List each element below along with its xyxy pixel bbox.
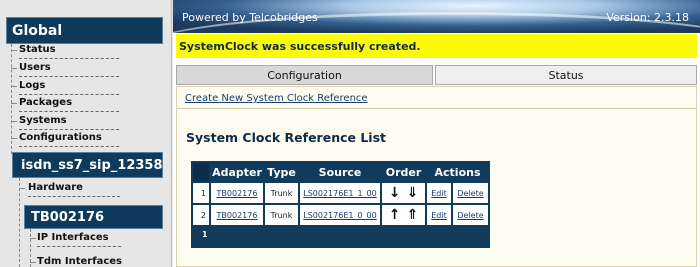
order-cell: ↑ ⇑ — [382, 205, 425, 225]
tree-line — [19, 178, 20, 267]
sidebar-item-configurations[interactable]: Configurations — [19, 132, 119, 147]
content-panel: Create New System Clock Reference System… — [176, 86, 697, 267]
type-cell: Trunk — [265, 183, 298, 203]
edit-link[interactable]: Edit — [427, 183, 451, 203]
header-banner: Powered by Telcobridges Version: 2.3.18 — [173, 0, 700, 33]
tree-tick — [11, 138, 17, 139]
table-header-order: Order — [385, 165, 422, 179]
sidebar-item-packages[interactable]: Packages — [19, 97, 119, 112]
order-cell: ↓ ⇓ — [382, 183, 425, 203]
row-index: 2 — [193, 205, 209, 225]
move-to-bottom-icon[interactable]: ⇓ — [407, 186, 419, 200]
move-to-top-icon[interactable]: ⇑ — [407, 208, 419, 222]
move-up-icon[interactable]: ↑ — [389, 208, 401, 222]
table-header-adapter: Adapter — [212, 165, 262, 179]
create-clock-reference-link[interactable]: Create New System Clock Reference — [185, 93, 368, 104]
sidebar-header-configuration[interactable]: isdn_ss7_sip_12358 — [12, 152, 163, 178]
page-title: System Clock Reference List — [186, 130, 387, 145]
source-link[interactable]: LS002176E1_0_00 — [300, 205, 380, 225]
clock-reference-table: Adapter Type Source Order Actions 1 TB00… — [191, 161, 490, 248]
pagination-page[interactable]: 1 — [202, 230, 208, 239]
sidebar-item-tdm-interfaces[interactable]: Tdm Interfaces — [37, 256, 122, 267]
sidebar-header-adapter[interactable]: TB002176 — [24, 205, 163, 229]
sidebar-header-global[interactable]: Global — [6, 17, 163, 44]
edit-link[interactable]: Edit — [427, 205, 451, 225]
version-text: Version: 2.3.18 — [606, 11, 689, 24]
source-link[interactable]: LS002176E1_1_00 — [300, 183, 380, 203]
tree-tick — [11, 121, 17, 122]
sidebar-item-status[interactable]: Status — [19, 44, 119, 59]
table-header-actions: Actions — [434, 165, 481, 179]
main-panel: Powered by Telcobridges Version: 2.3.18 … — [173, 0, 700, 267]
tree-tick — [11, 86, 17, 87]
row-index: 1 — [193, 183, 209, 203]
tree-tick — [30, 238, 36, 239]
adapter-link[interactable]: TB002176 — [211, 183, 263, 203]
tree-tick — [19, 188, 25, 189]
sidebar-item-hardware[interactable]: Hardware — [28, 182, 120, 197]
table-header-index — [193, 163, 209, 181]
sidebar-item-logs[interactable]: Logs — [19, 80, 119, 95]
delete-link[interactable]: Delete — [453, 183, 488, 203]
tree-tick — [11, 68, 17, 69]
sidebar-item-ip-interfaces[interactable]: IP Interfaces — [37, 232, 121, 247]
sidebar-tree: Global Status Users Logs Packages System… — [0, 0, 172, 267]
type-cell: Trunk — [265, 205, 298, 225]
divider — [177, 108, 696, 109]
table-header-source: Source — [318, 165, 362, 179]
app-window: Global Status Users Logs Packages System… — [0, 0, 700, 267]
sidebar-item-users[interactable]: Users — [19, 62, 119, 77]
adapter-link[interactable]: TB002176 — [211, 205, 263, 225]
success-alert: SystemClock was successfully created. — [176, 34, 697, 58]
delete-link[interactable]: Delete — [453, 205, 488, 225]
tab-status[interactable]: Status — [435, 65, 697, 85]
tree-tick — [11, 50, 17, 51]
powered-by-text: Powered by Telcobridges — [182, 11, 318, 24]
sidebar-item-systems[interactable]: Systems — [19, 115, 119, 130]
table-header-type: Type — [267, 165, 296, 179]
move-down-icon[interactable]: ↓ — [389, 186, 401, 200]
tree-tick — [11, 103, 17, 104]
tree-tick — [30, 262, 36, 263]
tab-configuration[interactable]: Configuration — [176, 65, 433, 85]
